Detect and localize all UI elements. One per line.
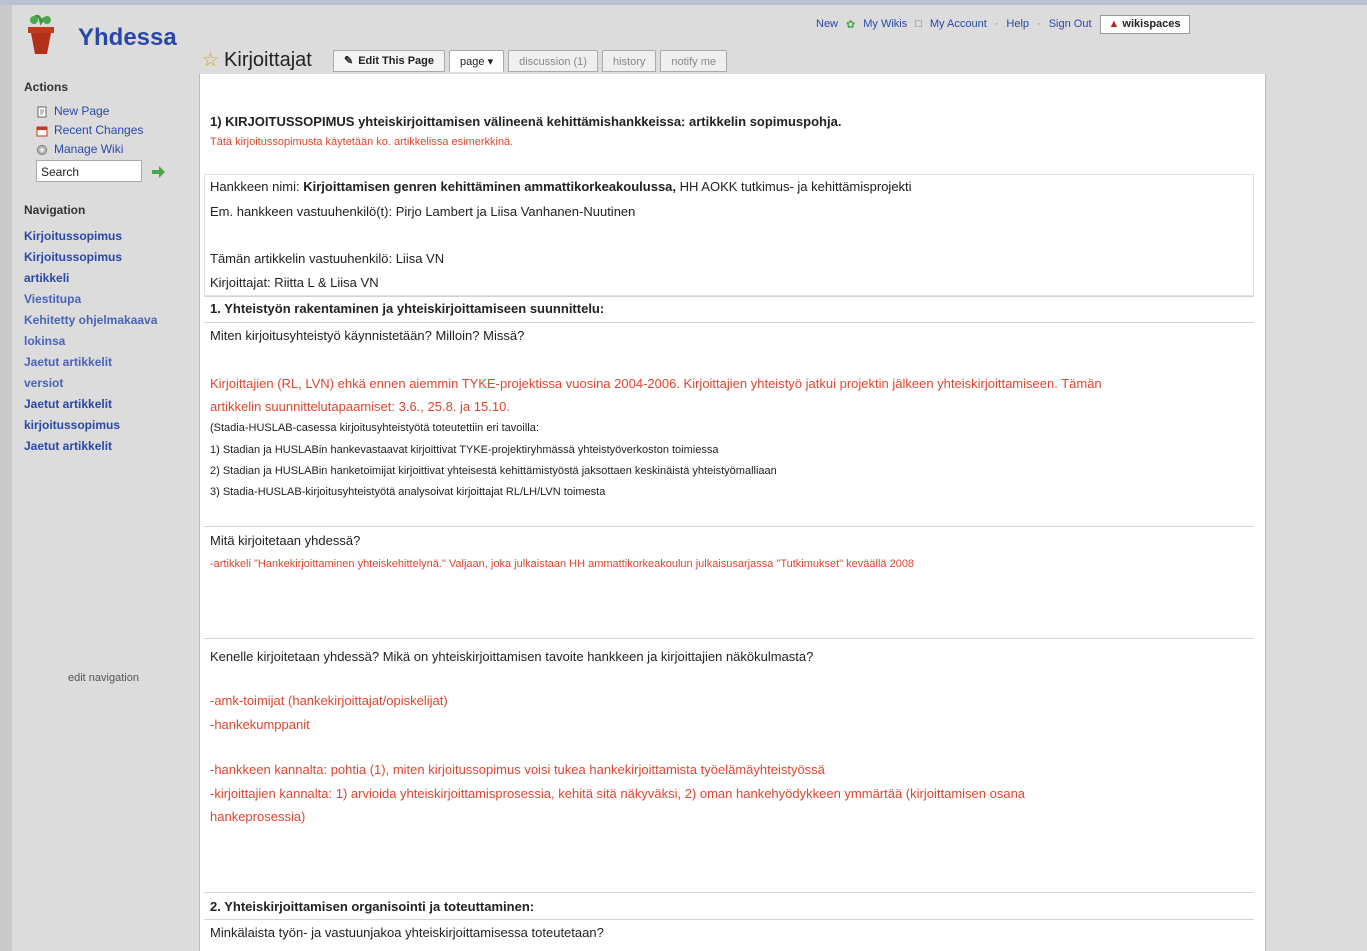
answer-1-intro: (Stadia-HUSLAB-casessa kirjoitusyhteisty… <box>210 422 539 434</box>
nav-item[interactable]: Jaetut artikkelit <box>24 436 184 457</box>
new-page-link[interactable]: New Page <box>36 102 143 121</box>
edit-navigation-link[interactable]: edit navigation <box>68 672 139 684</box>
answer-3-item: hankeprosessia) <box>210 809 306 824</box>
actions-heading: Actions <box>24 80 69 94</box>
separator: · <box>1037 18 1041 30</box>
chevron-down-icon: ▾ <box>487 56 494 68</box>
search-input[interactable]: Search <box>36 160 142 182</box>
divider <box>204 892 1254 893</box>
leaf-icon: ✿ <box>846 18 856 31</box>
answer-3-item: -amk-toimijat (hankekirjoittajat/opiskel… <box>210 693 448 708</box>
top-navigation: New ✿ My Wikis □ My Account · Help · Sig… <box>816 14 1190 34</box>
nav-item[interactable]: versiot <box>24 373 184 394</box>
edit-this-page-button[interactable]: ✎ Edit This Page <box>333 50 446 72</box>
nav-item[interactable]: artikkeli <box>24 268 184 289</box>
section-1-title: 1. Yhteistyön rakentaminen ja yhteiskirj… <box>210 301 605 316</box>
manage-wiki-label: Manage Wiki <box>54 142 124 156</box>
top-nav-my-wikis[interactable]: My Wikis <box>863 18 907 30</box>
nav-item[interactable]: Kirjoitussopimus <box>24 247 184 268</box>
tab-history[interactable]: history <box>601 50 657 72</box>
nav-item[interactable]: Kehitetty ohjelmakaava <box>24 310 184 331</box>
manage-wiki-icon <box>37 144 47 155</box>
nav-item[interactable]: lokinsa <box>24 331 184 352</box>
project-name: Kirjoittamisen genren kehittäminen ammat… <box>303 179 677 194</box>
recent-changes-icon <box>36 126 48 136</box>
new-page-icon <box>37 106 47 117</box>
section-2-title: 2. Yhteiskirjoittamisen organisointi ja … <box>210 899 535 914</box>
nav-item[interactable]: kirjoitussopimus <box>24 415 184 436</box>
navigation-heading: Navigation <box>24 203 86 217</box>
logo-text: Yhdessa <box>78 24 177 51</box>
flower-pot-icon <box>28 14 54 54</box>
star-icon[interactable]: ☆ <box>202 49 219 72</box>
project-tail: HH AOKK tutkimus- ja kehittämisprojekti <box>679 179 912 194</box>
project-label: Hankkeen nimi: <box>210 179 300 194</box>
page-tabs: ✎ Edit This Page page ▾ discussion (1) h… <box>333 50 727 72</box>
page-title: Kirjoittajat <box>224 48 312 71</box>
answer-1-line-2: artikkelin suunnittelutapaamiset: 3.6., … <box>210 399 510 414</box>
page-title-row: ☆ Kirjoittajat <box>202 47 312 73</box>
page-content: 1) KIRJOITUSSOPIMUS yhteiskirjoittamisen… <box>199 74 1266 951</box>
answer-3-item: -kirjoittajien kannalta: 1) arvioida yht… <box>210 786 1026 801</box>
answer-1-line-1: Kirjoittajien (RL, LVN) ehkä ennen aiemm… <box>210 376 1102 391</box>
recent-changes-label: Recent Changes <box>54 123 144 137</box>
question-2: Mitä kirjoitetaan yhdessä? <box>210 533 361 548</box>
answer-3-item: -hankkeen kannalta: pohtia (1), miten ki… <box>210 762 825 777</box>
answer-3-item: -hankekumppanit <box>210 717 310 732</box>
actions-list: New Page Recent Changes Manage Wiki <box>36 102 143 159</box>
question-4: Minkälaista työn- ja vastuunjakoa yhteis… <box>210 925 604 940</box>
divider <box>204 526 1254 527</box>
divider <box>204 638 1254 639</box>
tab-page[interactable]: page ▾ <box>449 50 505 72</box>
article-responsible: Tämän artikkelin vastuuhenkilö: Liisa VN <box>210 251 445 266</box>
manage-wiki-link[interactable]: Manage Wiki <box>36 140 143 159</box>
top-nav-help[interactable]: Help <box>1006 18 1029 30</box>
wikispaces-button[interactable]: ▲ wikispaces <box>1099 14 1190 34</box>
new-page-label: New Page <box>54 104 110 118</box>
answer-2: -artikkeli "Hankekirjoittaminen yhteiske… <box>210 558 915 570</box>
answer-1-list-item: 2) Stadian ja HUSLABin hanketoimijat kir… <box>210 465 777 477</box>
tab-page-label: page <box>460 56 485 68</box>
divider <box>204 322 1254 323</box>
answer-1-list-item: 1) Stadian ja HUSLABin hankevastaavat ki… <box>210 444 719 456</box>
nav-item[interactable]: Jaetut artikkelit <box>24 394 184 415</box>
top-nav-sign-out[interactable]: Sign Out <box>1049 18 1092 30</box>
navigation-list: Kirjoitussopimus Kirjoitussopimus artikk… <box>24 226 184 457</box>
right-gutter <box>1266 5 1367 951</box>
separator: · <box>994 18 999 30</box>
doc-note: Tätä kirjoitussopimusta käytetään ko. ar… <box>210 136 514 148</box>
wikispaces-label: wikispaces <box>1122 17 1181 30</box>
nav-item[interactable]: Viestitupa <box>24 289 184 310</box>
left-edge <box>0 5 12 951</box>
tab-discussion[interactable]: discussion (1) <box>508 50 598 72</box>
project-responsible: Em. hankkeen vastuuhenkilö(t): Pirjo Lam… <box>210 204 636 219</box>
question-1: Miten kirjoitusyhteistyö käynnistetään? … <box>210 328 525 343</box>
answer-1-list-item: 3) Stadia-HUSLAB-kirjoitusyhteistyötä an… <box>210 486 606 498</box>
top-border <box>0 0 1367 5</box>
doc-heading: 1) KIRJOITUSSOPIMUS yhteiskirjoittamisen… <box>210 114 842 129</box>
nav-item[interactable]: Jaetut artikkelit <box>24 352 184 373</box>
divider <box>204 919 1254 920</box>
recent-changes-link[interactable]: Recent Changes <box>36 121 143 140</box>
search-go-arrow-icon[interactable] <box>150 164 166 180</box>
flower-pot-small-icon: ▲ <box>1108 17 1120 30</box>
account-box-icon: □ <box>915 18 922 30</box>
divider <box>204 296 1254 297</box>
top-nav-my-account[interactable]: My Account <box>930 18 987 30</box>
logo[interactable]: Yhdessa <box>20 14 190 62</box>
nav-item[interactable]: Kirjoitussopimus <box>24 226 184 247</box>
edit-icon: ✎ <box>344 55 354 67</box>
authors-line: Kirjoittajat: Riitta L & Liisa VN <box>210 275 379 290</box>
project-line: Hankkeen nimi: Kirjoittamisen genren keh… <box>210 179 912 194</box>
edit-label: Edit This Page <box>358 55 435 67</box>
tab-notify-me[interactable]: notify me <box>660 50 727 72</box>
question-3: Kenelle kirjoitetaan yhdessä? Mikä on yh… <box>210 649 814 664</box>
top-nav-new[interactable]: New <box>816 18 838 30</box>
